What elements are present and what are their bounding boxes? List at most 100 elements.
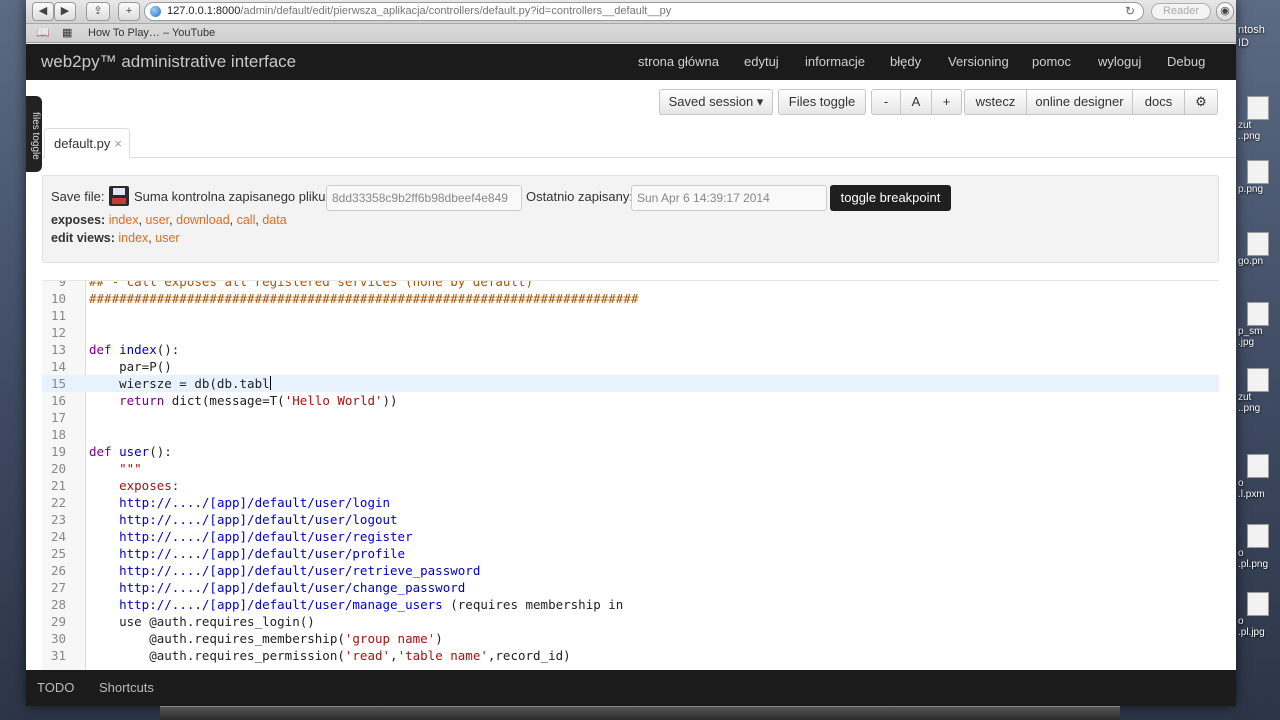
tab-label: default.py xyxy=(54,136,111,151)
code-line[interactable]: 19 def user(): xyxy=(42,443,1219,460)
last-saved-label: Ostatnio zapisany: xyxy=(526,189,633,204)
line-number: 18 xyxy=(50,427,66,442)
desktop-file-icon[interactable]: go.pn xyxy=(1238,232,1278,284)
view-user-link[interactable]: user xyxy=(155,231,179,245)
reading-list-icon[interactable]: 📖 xyxy=(36,26,50,41)
code-line[interactable]: 28 http://..../[app]/default/user/manage… xyxy=(42,596,1219,613)
code-line[interactable]: 22 http://..../[app]/default/user/login xyxy=(42,494,1219,511)
code-text: par=P() xyxy=(89,359,172,374)
desktop-file-icon[interactable]: o .l.pxm xyxy=(1238,454,1278,506)
back-link-button[interactable]: wstecz xyxy=(964,89,1027,115)
reload-icon[interactable]: ↻ xyxy=(1125,3,1135,20)
last-saved-field[interactable]: Sun Apr 6 14:39:17 2014 xyxy=(631,185,827,211)
todo-button[interactable]: TODO xyxy=(37,680,74,695)
url-bar[interactable]: 127.0.0.1:8000/admin/default/edit/pierws… xyxy=(144,2,1144,21)
desktop-file-label: zut ..png xyxy=(1238,392,1261,414)
file-thumbnail-icon xyxy=(1247,96,1269,120)
saved-session-button[interactable]: Saved session ▾ xyxy=(659,89,773,115)
top-sites-icon[interactable]: ▦ xyxy=(62,26,72,41)
settings-gear-icon[interactable]: ⚙ xyxy=(1185,89,1218,115)
nav-wyloguj[interactable]: wyloguj xyxy=(1098,54,1141,69)
code-line[interactable]: 27 http://..../[app]/default/user/change… xyxy=(42,579,1219,596)
code-text: ## - call exposes all registered service… xyxy=(89,280,534,289)
browser-window: ◀ ▶ ⇪ + 127.0.0.1:8000/admin/default/edi… xyxy=(26,0,1236,706)
nav-informacje[interactable]: informacje xyxy=(805,54,865,69)
expose-download-link[interactable]: download xyxy=(176,213,230,227)
checksum-label: Suma kontrolna zapisanego pliku: xyxy=(134,189,330,204)
online-designer-button[interactable]: online designer xyxy=(1027,89,1133,115)
forward-button[interactable]: ▶ xyxy=(54,2,76,21)
top-navbar: web2py™ administrative interface strona … xyxy=(26,44,1236,80)
desktop-file-icon[interactable]: o .pl.jpg xyxy=(1238,592,1278,644)
font-increase-button[interactable]: + xyxy=(932,89,962,115)
nav-versioning[interactable]: Versioning xyxy=(948,54,1009,69)
share-button[interactable]: ⇪ xyxy=(86,2,110,21)
line-number: 20 xyxy=(50,461,66,476)
toggle-breakpoint-button[interactable]: toggle breakpoint xyxy=(830,185,951,211)
files-toggle-button[interactable]: Files toggle xyxy=(778,89,866,115)
code-line[interactable]: 10 ######################################… xyxy=(42,290,1219,307)
code-editor[interactable]: 9 ## - call exposes all registered servic… xyxy=(42,280,1219,670)
code-text: use @auth.requires_login() xyxy=(89,614,315,629)
code-line[interactable]: 15 wiersze = db(db.tabl xyxy=(42,375,1219,392)
line-number: 13 xyxy=(50,342,66,357)
expose-call-link[interactable]: call xyxy=(237,213,256,227)
line-number: 31 xyxy=(50,648,66,663)
file-thumbnail-icon xyxy=(1247,524,1269,548)
expose-index-link[interactable]: index xyxy=(109,213,139,227)
bottom-bar: TODO Shortcuts xyxy=(26,670,1236,706)
code-line[interactable]: 29 use @auth.requires_login() xyxy=(42,613,1219,630)
docs-button[interactable]: docs xyxy=(1133,89,1185,115)
reader-button[interactable]: Reader xyxy=(1151,3,1211,20)
checksum-field[interactable]: 8dd33358c9b2ff6b98dbeef4e849 xyxy=(326,185,522,211)
shortcuts-button[interactable]: Shortcuts xyxy=(99,680,154,695)
code-line[interactable]: 16 return dict(message=T('Hello World')) xyxy=(42,392,1219,409)
code-line[interactable]: 12 xyxy=(42,324,1219,341)
expose-data-link[interactable]: data xyxy=(262,213,286,227)
line-number: 11 xyxy=(50,308,66,323)
code-line[interactable]: 21 exposes: xyxy=(42,477,1219,494)
desktop-file-icon[interactable]: p.png xyxy=(1238,160,1278,212)
expose-user-link[interactable]: user xyxy=(146,213,170,227)
nav-edytuj[interactable]: edytuj xyxy=(744,54,779,69)
exposes-line: exposes: index, user, download, call, da… xyxy=(51,213,287,227)
desktop-file-icon[interactable]: zut ..png xyxy=(1238,368,1278,420)
globe-icon xyxy=(150,6,161,17)
tab-default-py[interactable]: default.py × xyxy=(44,128,130,159)
code-line[interactable]: 13 def index(): xyxy=(42,341,1219,358)
font-decrease-button[interactable]: - xyxy=(871,89,901,115)
code-line[interactable]: 31 @auth.requires_permission('read','tab… xyxy=(42,647,1219,664)
code-line[interactable]: 11 xyxy=(42,307,1219,324)
font-reset-button[interactable]: A xyxy=(901,89,932,115)
code-line[interactable]: 14 par=P() xyxy=(42,358,1219,375)
desktop-file-icon[interactable]: o .pl.png xyxy=(1238,524,1278,576)
floppy-save-icon[interactable] xyxy=(109,186,129,206)
code-line[interactable]: 26 http://..../[app]/default/user/retrie… xyxy=(42,562,1219,579)
code-text: http://..../[app]/default/user/change_pa… xyxy=(119,580,466,595)
nav-bledy[interactable]: błędy xyxy=(890,54,921,69)
code-line[interactable]: 25 http://..../[app]/default/user/profil… xyxy=(42,545,1219,562)
code-line[interactable]: 24 http://..../[app]/default/user/regist… xyxy=(42,528,1219,545)
nav-pomoc[interactable]: pomoc xyxy=(1032,54,1071,69)
brand-title[interactable]: web2py™ administrative interface xyxy=(41,52,296,72)
view-index-link[interactable]: index xyxy=(118,231,148,245)
nav-debug[interactable]: Debug xyxy=(1167,54,1205,69)
download-button[interactable]: ◉ xyxy=(1216,2,1234,21)
code-line[interactable]: 30 @auth.requires_membership('group name… xyxy=(42,630,1219,647)
file-thumbnail-icon xyxy=(1247,160,1269,184)
exposes-label: exposes: xyxy=(51,213,106,227)
nav-strona-glowna[interactable]: strona główna xyxy=(638,54,719,69)
desktop-file-icon[interactable]: p_sm .jpg xyxy=(1238,302,1278,354)
code-text: exposes: xyxy=(119,478,180,493)
code-line[interactable]: 23 http://..../[app]/default/user/logout xyxy=(42,511,1219,528)
code-line[interactable]: 20 """ xyxy=(42,460,1219,477)
bookmark-youtube[interactable]: How To Play… – YouTube xyxy=(88,26,215,41)
close-icon[interactable]: × xyxy=(114,136,122,151)
files-toggle-side-tab[interactable]: files toggle xyxy=(26,96,42,172)
new-tab-button[interactable]: + xyxy=(118,2,140,21)
desktop-file-icon[interactable]: zut ..png xyxy=(1238,96,1278,148)
back-button[interactable]: ◀ xyxy=(32,2,54,21)
code-line[interactable]: 17 xyxy=(42,409,1219,426)
code-line[interactable]: 9 ## - call exposes all registered servic… xyxy=(42,280,1219,290)
code-line[interactable]: 18 xyxy=(42,426,1219,443)
